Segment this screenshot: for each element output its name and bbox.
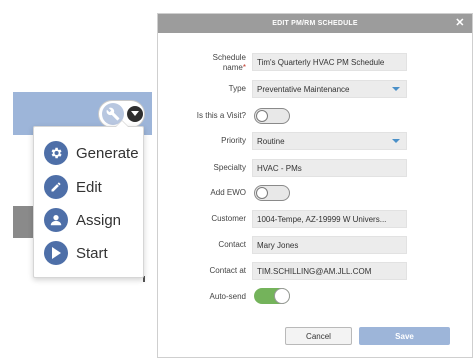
priority-label: Priority — [221, 136, 246, 145]
chevron-down-icon — [392, 139, 400, 143]
chevron-down-icon — [127, 106, 143, 122]
priority-value: Routine — [257, 136, 285, 146]
is-visit-label: Is this a Visit? — [196, 111, 246, 120]
contact-at-row: Contact at TIM.SCHILLING@AM.JLL.COM — [158, 261, 473, 281]
save-button[interactable]: Save — [359, 327, 450, 345]
auto-send-toggle[interactable] — [254, 288, 290, 304]
required-mark: * — [242, 63, 246, 72]
auto-send-row: Auto-send — [158, 287, 473, 307]
specialty-row: Specialty HVAC - PMs — [158, 158, 473, 178]
toggle-knob — [256, 110, 268, 122]
contact-input[interactable]: Mary Jones — [252, 236, 407, 254]
contact-row: Contact Mary Jones — [158, 235, 473, 255]
contact-at-label: Contact at — [209, 266, 246, 275]
type-value: Preventative Maintenance — [257, 84, 350, 94]
priority-row: Priority Routine — [158, 131, 473, 151]
schedule-name-input[interactable]: Tim's Quarterly HVAC PM Schedule — [252, 53, 407, 71]
customer-input[interactable]: 1004-Tempe, AZ-19999 W Univers... — [252, 210, 407, 228]
close-icon[interactable]: ✕ — [454, 17, 466, 29]
actions-menu: Generate Edit Assign Start — [33, 120, 144, 278]
user-icon — [44, 208, 68, 232]
menu-item-label: Generate — [76, 144, 139, 162]
is-visit-toggle[interactable] — [254, 108, 290, 124]
dialog-title: EDIT PM/RM SCHEDULE — [272, 20, 358, 27]
screen: Generate Edit Assign Start EDIT PM/RM SC… — [0, 0, 473, 364]
dialog-header: EDIT PM/RM SCHEDULE ✕ — [158, 14, 472, 33]
type-label: Type — [228, 84, 246, 93]
menu-item-edit[interactable]: Edit — [44, 174, 102, 200]
type-select[interactable]: Preventative Maintenance — [252, 80, 407, 98]
menu-item-generate[interactable]: Generate — [44, 140, 139, 166]
is-visit-row: Is this a Visit? — [158, 106, 473, 126]
add-ewo-toggle[interactable] — [254, 185, 290, 201]
specialty-input[interactable]: HVAC - PMs — [252, 159, 407, 177]
priority-select[interactable]: Routine — [252, 132, 407, 150]
specialty-label: Specialty — [213, 163, 246, 172]
cancel-button[interactable]: Cancel — [285, 327, 352, 345]
contact-label: Contact — [218, 240, 246, 249]
chevron-down-icon — [392, 87, 400, 91]
menu-item-label: Edit — [76, 178, 102, 196]
menu-item-assign[interactable]: Assign — [44, 207, 121, 233]
add-ewo-label: Add EWO — [210, 188, 246, 197]
schedule-name-row: Schedule name* Tim's Quarterly HVAC PM S… — [158, 50, 473, 74]
toggle-knob — [274, 288, 290, 304]
menu-item-label: Start — [76, 244, 108, 262]
customer-label: Customer — [211, 214, 246, 223]
menu-item-label: Assign — [76, 211, 122, 229]
menu-item-start[interactable]: Start — [44, 240, 108, 266]
play-icon — [44, 241, 68, 265]
customer-row: Customer 1004-Tempe, AZ-19999 W Univers.… — [158, 209, 473, 229]
edit-schedule-dialog: EDIT PM/RM SCHEDULE ✕ Schedule name* Tim… — [157, 13, 473, 358]
pencil-icon — [44, 175, 68, 199]
auto-send-label: Auto-send — [209, 292, 246, 301]
contact-at-input[interactable]: TIM.SCHILLING@AM.JLL.COM — [252, 262, 407, 280]
add-ewo-row: Add EWO — [158, 183, 473, 203]
type-row: Type Preventative Maintenance — [158, 79, 473, 99]
toggle-knob — [256, 187, 268, 199]
schedule-name-label: Schedule name* — [212, 53, 246, 72]
gear-icon — [44, 141, 68, 165]
